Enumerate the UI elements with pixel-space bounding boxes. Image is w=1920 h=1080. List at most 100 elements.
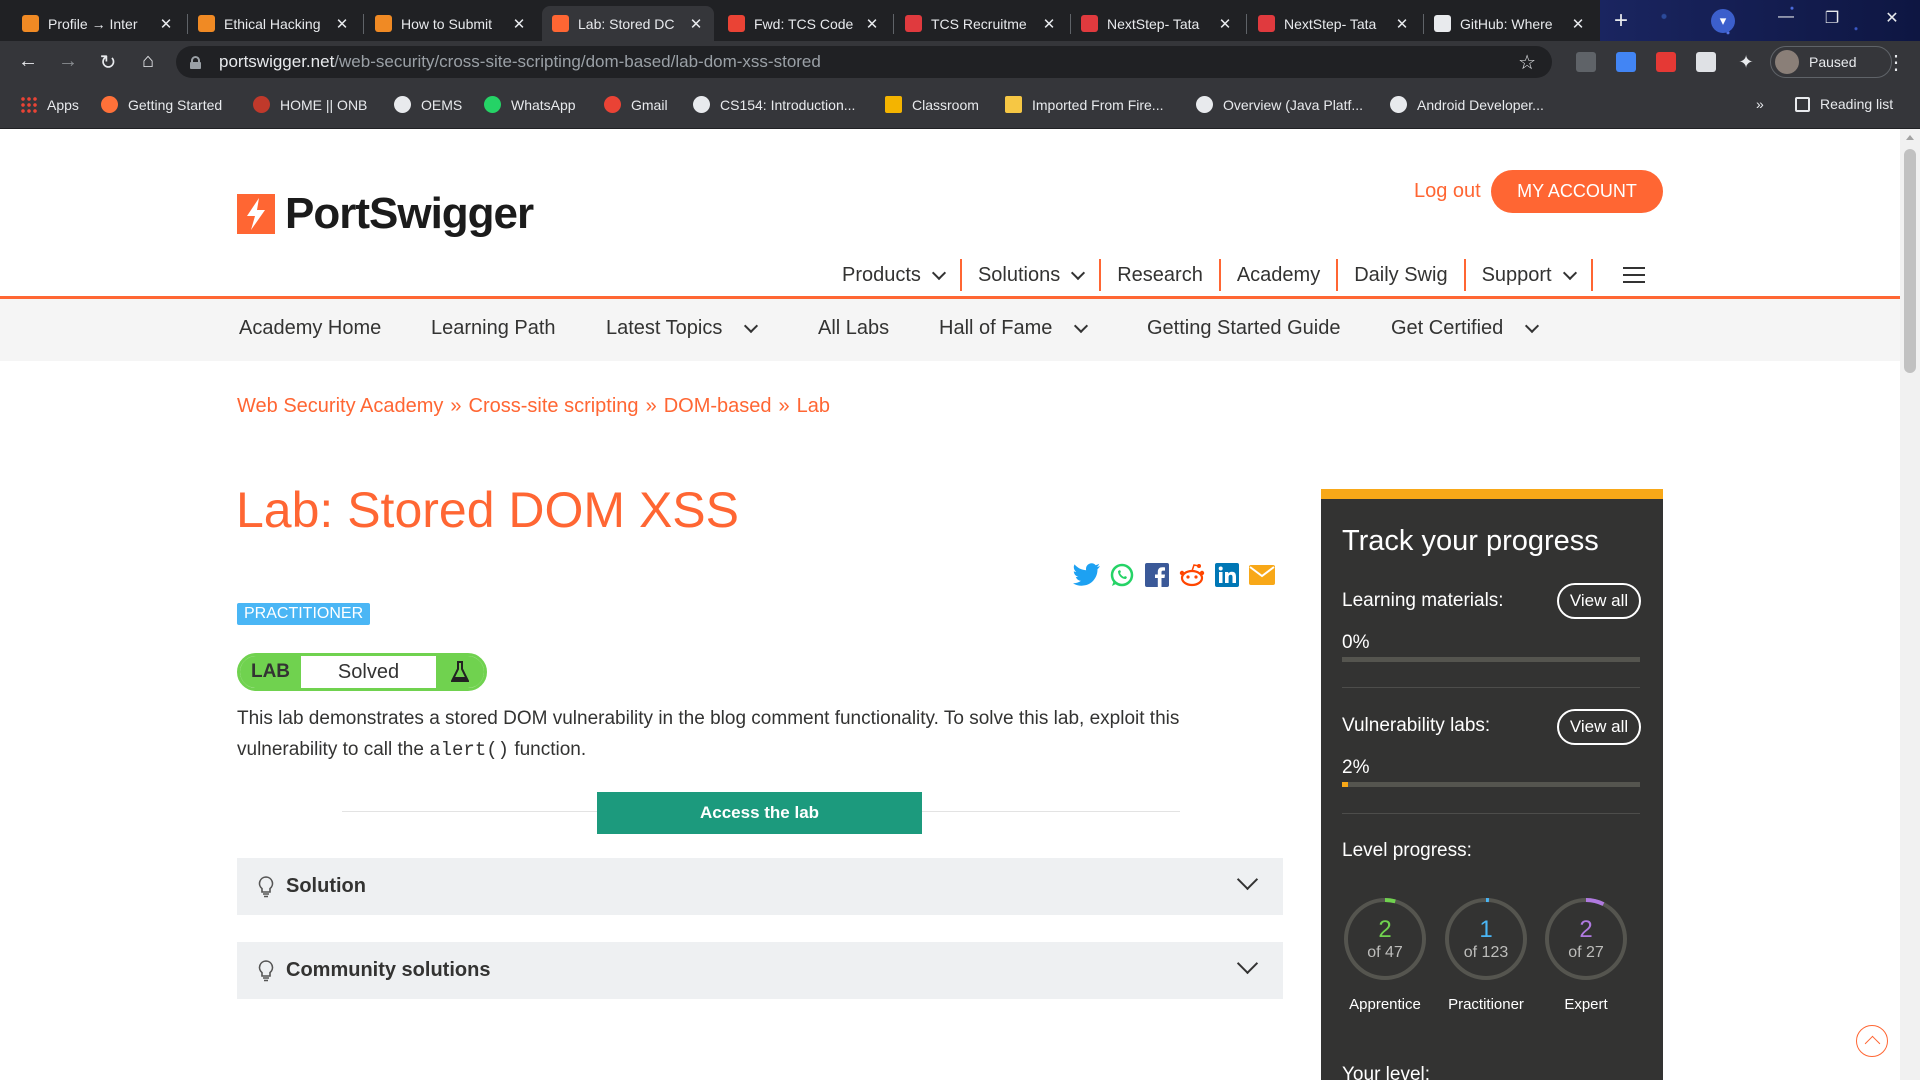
bookmark-item[interactable]: CS154: Introduction... (693, 96, 855, 113)
browser-menu-icon[interactable]: ⋮ (1886, 50, 1906, 75)
breadcrumb-separator: » (450, 395, 462, 417)
tab-close-icon[interactable]: ✕ (1217, 15, 1233, 33)
tab-close-icon[interactable]: ✕ (1041, 15, 1057, 33)
lock-icon[interactable] (190, 55, 201, 69)
globe-icon (693, 96, 710, 113)
reading-list-button[interactable]: Reading list (1795, 96, 1893, 112)
reload-icon[interactable]: ↻ (96, 50, 120, 75)
nav-label: Academy (1236, 263, 1321, 286)
browser-tab[interactable]: Fwd: TCS Code ✕ (718, 6, 890, 41)
back-to-top-button[interactable] (1856, 1025, 1888, 1057)
nav-solutions[interactable]: Solutions (962, 259, 1102, 291)
my-account-button[interactable]: MY ACCOUNT (1491, 170, 1663, 213)
bookmark-item[interactable]: Imported From Fire... (1005, 96, 1163, 113)
subnav-getting-started-guide[interactable]: Getting Started Guide (1147, 317, 1340, 340)
chevron-down-icon (1236, 952, 1259, 975)
browser-tab[interactable]: NextStep- Tata ✕ (1071, 6, 1243, 41)
subnav-hall-of-fame[interactable]: Hall of Fame (939, 317, 1089, 340)
bookmark-item[interactable]: Classroom (885, 96, 979, 113)
scrollbar-thumb[interactable] (1904, 149, 1916, 373)
facebook-icon[interactable] (1143, 562, 1171, 588)
bookmark-item[interactable]: Overview (Java Platf... (1196, 96, 1363, 113)
back-icon[interactable]: ← (16, 50, 40, 73)
tab-close-icon[interactable]: ✕ (158, 15, 174, 33)
your-level-label: Your level: (1342, 1064, 1431, 1080)
browser-tab[interactable]: NextStep- Tata ✕ (1248, 6, 1420, 41)
minimize-button[interactable]: — (1763, 8, 1809, 26)
email-icon[interactable] (1248, 562, 1276, 588)
forward-icon[interactable]: → (56, 50, 80, 73)
browser-tab[interactable]: How to Submit ✕ (365, 6, 537, 41)
page-scrollbar[interactable] (1900, 129, 1920, 1080)
restore-button[interactable]: ❐ (1809, 8, 1855, 28)
subnav-academy-home[interactable]: Academy Home (239, 317, 381, 340)
nav-support[interactable]: Support (1466, 259, 1593, 291)
tab-close-icon[interactable]: ✕ (1570, 15, 1586, 33)
nav-academy[interactable]: Academy (1221, 259, 1339, 291)
tab-close-icon[interactable]: ✕ (688, 15, 704, 33)
level-badge: PRACTITIONER (237, 603, 371, 625)
bookmark-item[interactable]: Android Developer... (1390, 96, 1544, 113)
bookmark-item[interactable]: Getting Started (101, 96, 222, 113)
browser-tab[interactable]: Profile → Inter ✕ (12, 6, 184, 41)
address-bar[interactable]: portswigger.net/web-security/cross-site-… (176, 46, 1552, 78)
linkedin-icon[interactable] (1213, 562, 1241, 588)
new-tab-button[interactable]: + (1608, 9, 1634, 35)
lightbulb-icon (258, 875, 274, 897)
puzzle-extensions-icon[interactable]: ✦ (1736, 52, 1756, 72)
twitter-icon[interactable] (1073, 562, 1101, 588)
nav-daily-swig[interactable]: Daily Swig (1338, 259, 1466, 291)
subnav-label: Latest Topics (606, 317, 723, 339)
subnav-get-certified[interactable]: Get Certified (1391, 317, 1540, 340)
reddit-icon[interactable] (1178, 562, 1206, 588)
tab-close-icon[interactable]: ✕ (511, 15, 527, 33)
bookmark-item[interactable]: Gmail (604, 96, 668, 113)
solution-accordion[interactable]: Solution (237, 858, 1283, 915)
whatsapp-icon[interactable] (1108, 562, 1136, 588)
breadcrumb-link[interactable]: Lab (797, 395, 830, 418)
logout-link[interactable]: Log out (1414, 180, 1481, 203)
subnav-label: Learning Path (431, 317, 556, 339)
access-lab-button[interactable]: Access the lab (597, 792, 922, 834)
translate-extension-icon[interactable] (1616, 52, 1636, 72)
bookmark-label: OEMS (421, 96, 463, 113)
breadcrumb-link[interactable]: Cross-site scripting (469, 395, 639, 418)
profile-button[interactable]: Paused (1770, 46, 1892, 78)
nav-research[interactable]: Research (1101, 259, 1221, 291)
bookmark-item[interactable]: HOME || ONB (253, 96, 367, 113)
tab-search-icon[interactable]: ▾ (1711, 9, 1735, 33)
subnav-learning-path[interactable]: Learning Path (431, 317, 556, 340)
tab-close-icon[interactable]: ✕ (334, 15, 350, 33)
level-total: of 27 (1568, 944, 1604, 961)
academy-subnav: Academy Home Learning Path Latest Topics Al… (0, 299, 1900, 361)
nav-products[interactable]: Products (825, 259, 962, 291)
scroll-up-icon[interactable] (1906, 135, 1914, 140)
close-window-button[interactable]: ✕ (1869, 8, 1915, 28)
pdf-extension-icon[interactable] (1656, 52, 1676, 72)
menu-button[interactable] (1593, 259, 1661, 291)
portswigger-logo[interactable]: PortSwigger (237, 189, 534, 239)
breadcrumb: Web Security Academy » Cross-site scriptin… (237, 395, 830, 418)
breadcrumb-link[interactable]: Web Security Academy (237, 395, 443, 418)
notes-extension-icon[interactable] (1696, 52, 1716, 72)
more-bookmarks-button[interactable]: » (1756, 96, 1764, 112)
tab-close-icon[interactable]: ✕ (864, 15, 880, 33)
browser-tab[interactable]: Ethical Hacking ✕ (188, 6, 360, 41)
learning-view-all-button[interactable]: View all (1557, 583, 1641, 619)
breadcrumb-link[interactable]: DOM-based (664, 395, 772, 418)
browser-tab[interactable]: GitHub: Where ✕ (1424, 6, 1596, 41)
home-icon[interactable]: ⌂ (136, 50, 160, 73)
bookmark-item[interactable]: OEMS (394, 96, 462, 113)
community-solutions-accordion[interactable]: Community solutions (237, 942, 1283, 999)
bookmark-item[interactable]: Apps (20, 96, 79, 113)
bookmark-item[interactable]: WhatsApp (484, 96, 576, 113)
tab-close-icon[interactable]: ✕ (1394, 15, 1410, 33)
extension-icon[interactable] (1576, 52, 1596, 72)
subnav-latest-topics[interactable]: Latest Topics (606, 317, 759, 340)
bookmark-star-icon[interactable]: ☆ (1518, 50, 1536, 75)
subnav-all-labs[interactable]: All Labs (818, 317, 889, 340)
labs-view-all-button[interactable]: View all (1557, 709, 1641, 745)
browser-tab[interactable]: TCS Recruitme ✕ (895, 6, 1067, 41)
chevron-down-icon (1071, 265, 1086, 280)
browser-tab[interactable]: Lab: Stored DC ✕ (542, 6, 714, 41)
